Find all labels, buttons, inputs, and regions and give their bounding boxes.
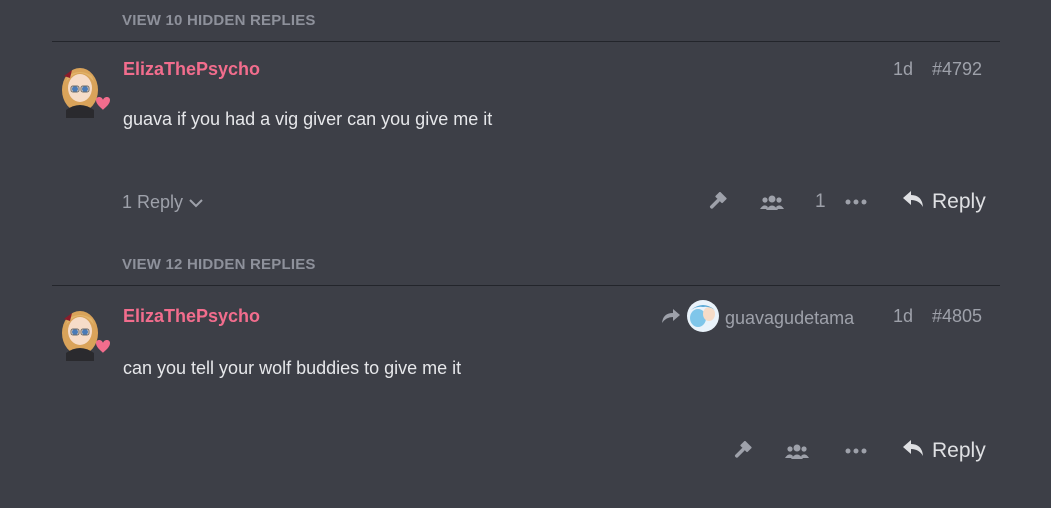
- reply-to-avatar: [687, 300, 719, 337]
- replies-count-label: 1 Reply: [122, 192, 184, 212]
- post-divider: [52, 285, 1000, 286]
- post-body: guava if you had a vig giver can you giv…: [123, 109, 493, 129]
- users-icon[interactable]: [760, 194, 784, 217]
- reply-to-tab[interactable]: guavagudetama: [661, 300, 854, 337]
- view-hidden-replies-button[interactable]: VIEW 10 HIDDEN REPLIES: [122, 12, 316, 29]
- post-divider: [52, 41, 1000, 42]
- reply-button[interactable]: Reply: [902, 439, 986, 463]
- share-arrow-icon: [661, 308, 681, 329]
- avatar[interactable]: [58, 62, 112, 118]
- gavel-icon[interactable]: [707, 191, 729, 219]
- reply-button[interactable]: Reply: [902, 190, 986, 214]
- username[interactable]: ElizaThePsycho: [123, 306, 260, 327]
- post-age[interactable]: 1d: [893, 59, 913, 80]
- post-age[interactable]: 1d: [893, 306, 913, 327]
- show-replies-button[interactable]: 1 Reply: [122, 192, 203, 213]
- reply-button-label: Reply: [932, 190, 986, 213]
- reply-arrow-icon: [902, 439, 924, 463]
- more-options-icon[interactable]: [844, 444, 868, 463]
- topic-thread: VIEW 10 HIDDEN REPLIES ElizaThePsycho 1d…: [0, 0, 1051, 508]
- avatar[interactable]: [58, 305, 112, 361]
- reply-arrow-icon: [902, 190, 924, 214]
- gavel-icon[interactable]: [732, 440, 754, 468]
- users-icon[interactable]: [785, 443, 809, 466]
- heart-icon: [96, 97, 110, 110]
- chevron-down-icon: [189, 192, 203, 213]
- heart-icon: [96, 340, 110, 353]
- view-hidden-replies-button[interactable]: VIEW 12 HIDDEN REPLIES: [122, 256, 316, 273]
- reply-button-label: Reply: [932, 439, 986, 462]
- reply-to-username: guavagudetama: [725, 308, 855, 328]
- like-count[interactable]: 1: [815, 191, 826, 213]
- post-number[interactable]: #4805: [932, 306, 982, 327]
- more-options-icon[interactable]: [844, 195, 868, 214]
- username[interactable]: ElizaThePsycho: [123, 59, 260, 80]
- post-number[interactable]: #4792: [932, 59, 982, 80]
- post-body: can you tell your wolf buddies to give m…: [123, 358, 462, 378]
